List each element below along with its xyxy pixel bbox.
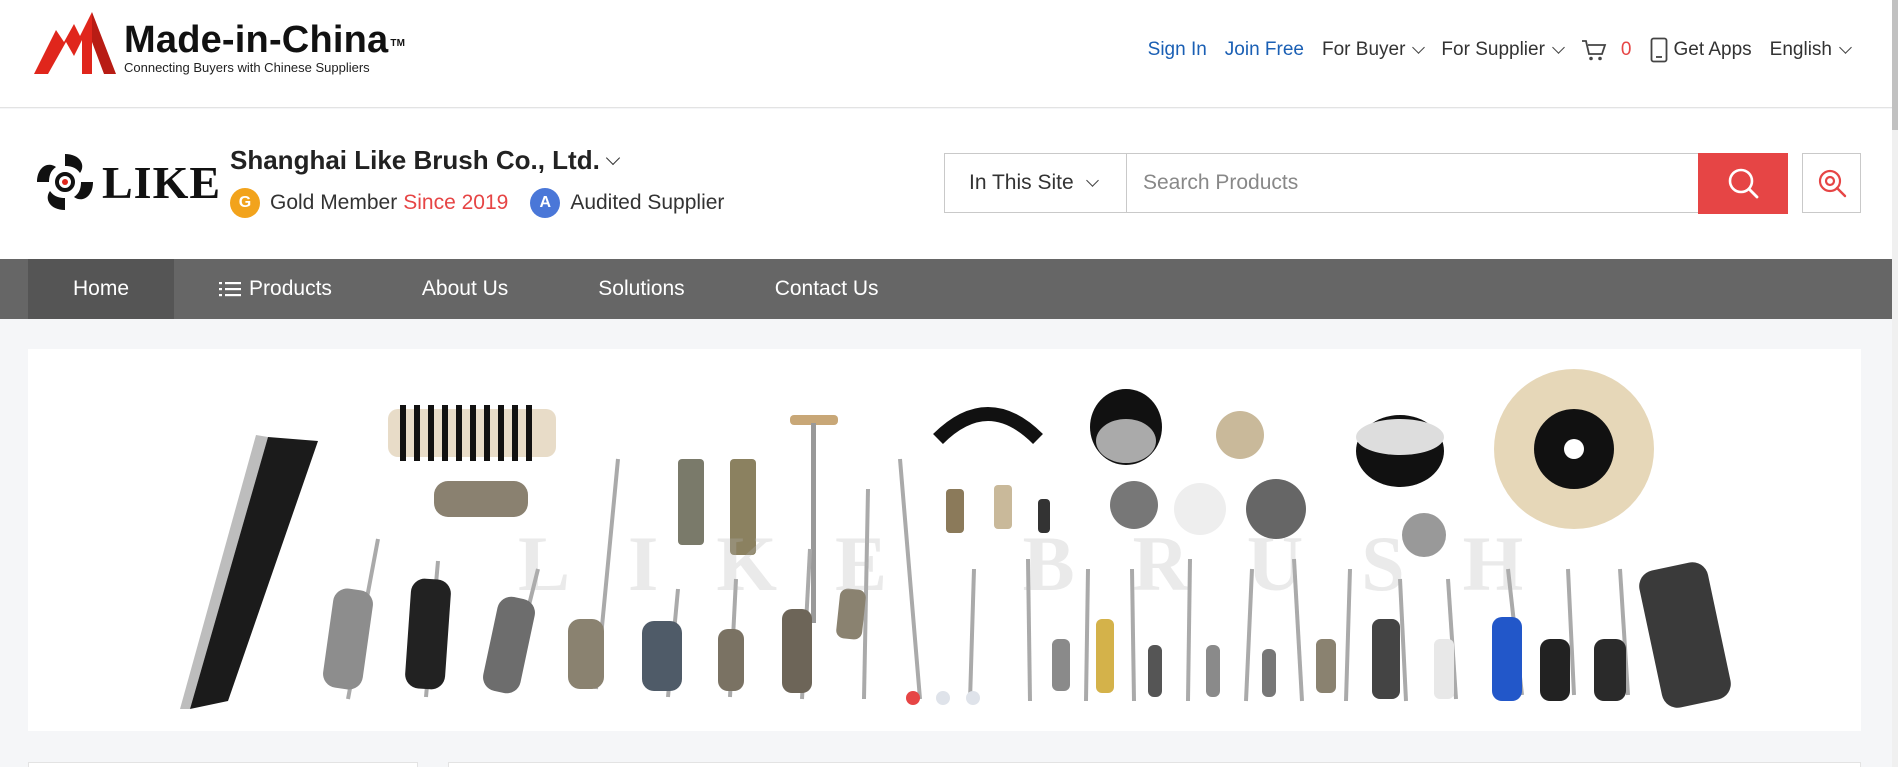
chevron-down-icon bbox=[605, 150, 620, 165]
image-search-button[interactable] bbox=[1802, 153, 1861, 213]
logo-name: Made-in-China TM bbox=[124, 19, 406, 61]
made-in-china-logo[interactable]: Made-in-China TM Connecting Buyers with C… bbox=[34, 12, 405, 75]
gold-member-icon: G bbox=[230, 188, 260, 218]
membership-badges: G Gold Member Since 2019 A Audited Suppl… bbox=[230, 188, 724, 218]
carousel-dot-3[interactable] bbox=[966, 691, 980, 705]
left-panel bbox=[28, 762, 418, 767]
get-apps-link[interactable]: Get Apps bbox=[1650, 37, 1752, 63]
search-bar: In This Site bbox=[944, 152, 1788, 214]
member-since: Since 2019 bbox=[403, 191, 509, 214]
phone-icon bbox=[1650, 37, 1667, 63]
chevron-down-icon bbox=[1412, 40, 1426, 54]
image-search-icon bbox=[1818, 169, 1846, 198]
mic-logo-icon bbox=[34, 12, 116, 74]
chevron-down-icon bbox=[1839, 40, 1852, 54]
nav-products[interactable]: Products bbox=[174, 259, 377, 319]
like-swirl-logo-icon bbox=[37, 154, 93, 210]
for-buyer-menu[interactable]: For Buyer bbox=[1322, 39, 1426, 61]
main-panel bbox=[448, 762, 1861, 767]
top-links: Sign In Join Free For Buyer For Supplier… bbox=[1130, 36, 1852, 64]
nav-about-us[interactable]: About Us bbox=[377, 259, 553, 319]
chevron-down-icon bbox=[1552, 40, 1565, 54]
nav-home[interactable]: Home bbox=[28, 259, 175, 319]
search-button[interactable] bbox=[1697, 152, 1788, 214]
audited-supplier-icon: A bbox=[530, 188, 561, 218]
scrollbar-thumb[interactable] bbox=[1892, 0, 1898, 130]
store-nav: Home Products About Us Solutions Contact… bbox=[0, 259, 1892, 319]
sign-in-link[interactable]: Sign In bbox=[1148, 39, 1207, 61]
join-free-link[interactable]: Join Free bbox=[1225, 39, 1304, 61]
language-selector[interactable]: English bbox=[1770, 39, 1852, 61]
company-name[interactable]: Shanghai Like Brush Co., Ltd. bbox=[230, 145, 724, 176]
company-logo[interactable]: LIKE bbox=[34, 151, 221, 213]
company-info: Shanghai Like Brush Co., Ltd. G Gold Mem… bbox=[230, 145, 724, 218]
search-icon bbox=[1728, 168, 1758, 199]
carousel-dot-2[interactable] bbox=[936, 691, 950, 705]
banner-watermark: LIKE BRUSH bbox=[518, 520, 1582, 607]
search-input[interactable] bbox=[1127, 154, 1698, 212]
cart-count: 0 bbox=[1620, 39, 1632, 60]
company-header: LIKE Shanghai Like Brush Co., Ltd. G Gol… bbox=[0, 109, 1892, 259]
carousel-dot-1[interactable] bbox=[906, 691, 920, 705]
list-icon bbox=[219, 282, 242, 297]
hero-banner[interactable]: LIKE BRUSH bbox=[28, 349, 1861, 731]
carousel-dots bbox=[906, 691, 996, 705]
company-logo-text: LIKE bbox=[102, 156, 222, 208]
audited-supplier-label[interactable]: Audited Supplier bbox=[570, 191, 724, 215]
gold-member-label: Gold Member bbox=[270, 191, 398, 214]
nav-solutions[interactable]: Solutions bbox=[553, 259, 729, 319]
cart-link[interactable]: 0 bbox=[1581, 38, 1632, 62]
search-scope-select[interactable]: In This Site bbox=[945, 154, 1127, 212]
cart-icon bbox=[1581, 40, 1607, 61]
page-scrollbar[interactable] bbox=[1892, 0, 1898, 767]
for-supplier-menu[interactable]: For Supplier bbox=[1441, 39, 1565, 61]
chevron-down-icon bbox=[1085, 173, 1099, 187]
nav-contact-us[interactable]: Contact Us bbox=[730, 259, 924, 319]
top-bar: Made-in-China TM Connecting Buyers with C… bbox=[0, 0, 1892, 108]
logo-slogan: Connecting Buyers with Chinese Suppliers bbox=[124, 60, 370, 75]
